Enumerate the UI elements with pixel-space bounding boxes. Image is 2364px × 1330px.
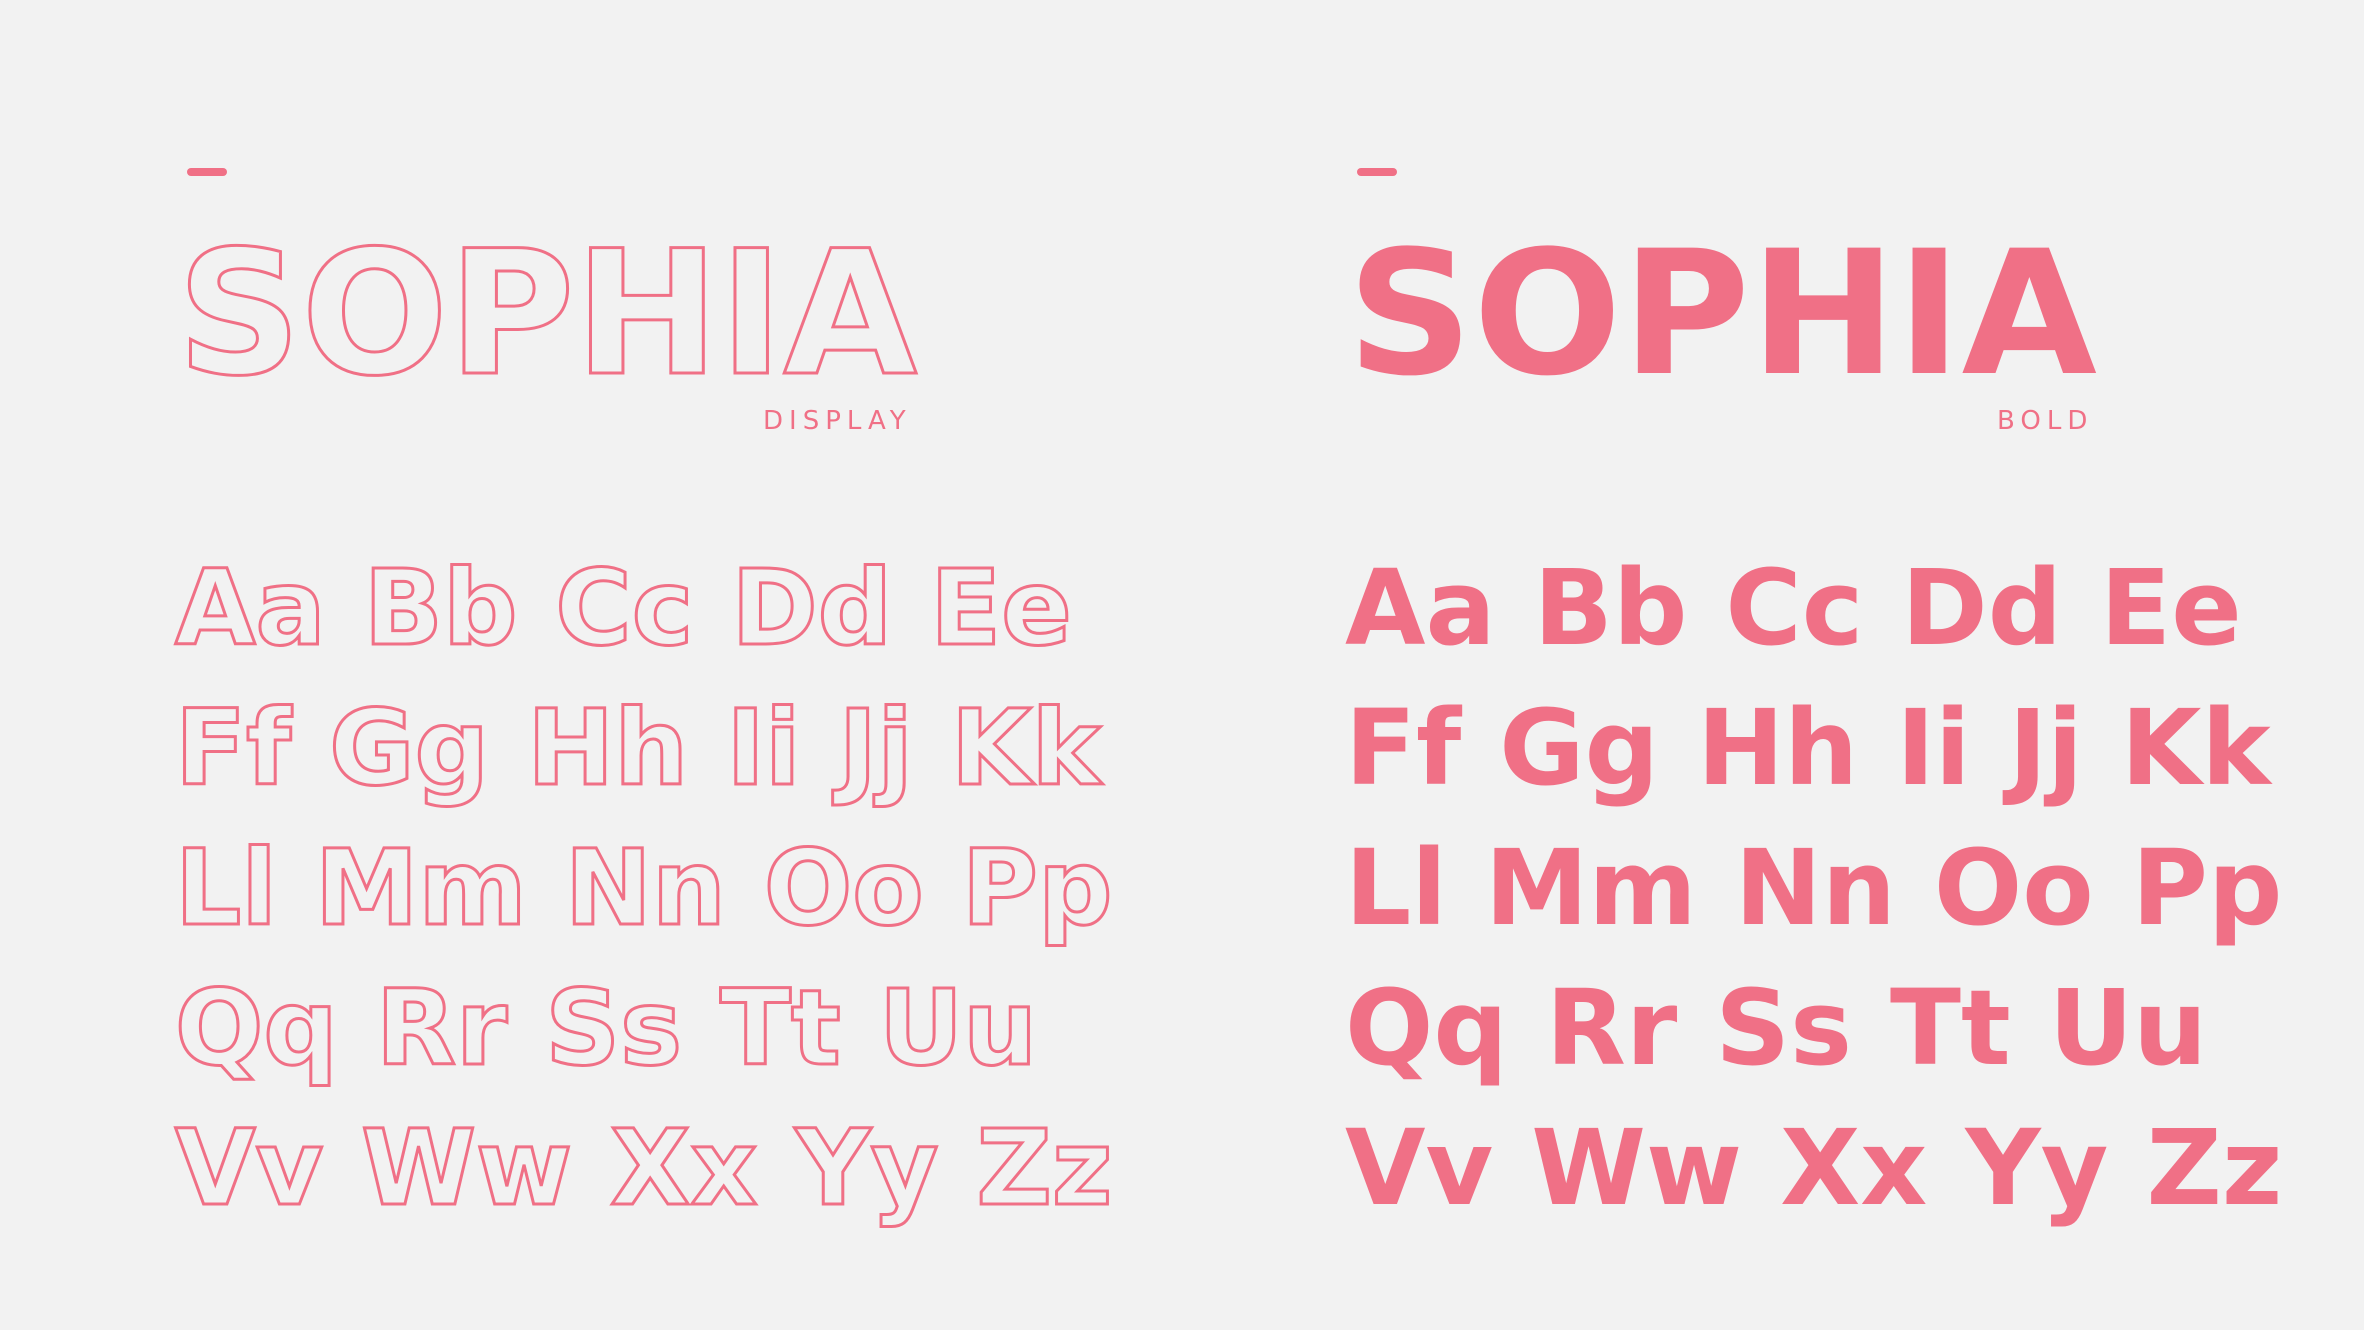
glyph-pair: Qq <box>174 967 340 1089</box>
glyph-pair: Ee <box>929 547 1074 669</box>
glyph-pair: Uu <box>877 967 1038 1089</box>
display-subtitle: DISPLAY <box>763 406 912 436</box>
bold-alphabet-grid: Aa Bb Cc Dd Ee Ff Gg Hh Ii Jj Kk Ll Mm Nn Oo Pp Qq Rr Ss Tt… <box>1345 520 2282 1229</box>
glyph-pair: Ss <box>1715 967 1853 1089</box>
glyph-pair: Rr <box>374 967 508 1089</box>
glyph-pair: Ww <box>360 1107 574 1229</box>
glyph-pair: Bb <box>1533 547 1688 669</box>
glyph-pair: Oo <box>1933 827 2094 949</box>
glyph-pair: Oo <box>762 827 925 949</box>
glyph-pair: Mm <box>313 827 528 949</box>
glyph-pair: Ll <box>174 827 279 949</box>
alphabet-row: Ff Gg Hh Ii Jj Kk <box>1345 660 2271 809</box>
glyph-pair: Hh <box>1697 687 1859 809</box>
glyph-pair: Cc <box>1725 547 1864 669</box>
glyph-pair: Uu <box>2048 967 2208 1089</box>
glyph-pair: Nn <box>563 827 727 949</box>
alphabet-row: Aa Bb Cc Dd Ee <box>1345 520 2245 660</box>
glyph-pair: Hh <box>526 687 690 809</box>
bold-specimen-panel: SOPHIA BOLD Aa Bb Cc Dd Ee Ff Gg Hh Ii Jj Kk Ll Mm Nn… <box>1345 0 2282 1330</box>
glyph-pair: Kk <box>949 687 1102 809</box>
glyph-pair: Rr <box>1545 967 1678 1089</box>
display-alphabet-grid: Aa Bb Cc Dd Ee Ff Gg Hh Ii Jj Kk Ll Mm Nn Oo Pp Qq Rr Ss Tt… <box>173 520 1114 1229</box>
glyph-pair: Gg <box>328 687 491 809</box>
alphabet-row: Vv Ww Xx Yy Zz <box>1345 1080 2282 1229</box>
glyph-pair: Xx <box>609 1107 759 1229</box>
glyph-pair: Dd <box>1901 547 2063 669</box>
glyph-pair: Nn <box>1734 827 1896 949</box>
glyph-pair: Ff <box>173 687 292 809</box>
glyph-pair: Qq <box>1345 967 1508 1089</box>
glyph-pair: Vv <box>1345 1107 1494 1229</box>
glyph-pair: Yy <box>1965 1107 2109 1229</box>
glyph-pair: Tt <box>1890 967 2011 1089</box>
alphabet-row: Ll Mm Nn Oo Pp <box>174 800 1114 949</box>
alphabet-row: Qq Rr Ss Tt Uu <box>174 940 1075 1089</box>
glyph-pair: Gg <box>1499 687 1660 809</box>
display-specimen-panel: SOPHIA DISPLAY Aa Bb Cc Dd Ee Ff Gg Hh Ii Jj Kk Ll M… <box>173 0 1114 1330</box>
alphabet-row: Aa Bb Cc Dd Ee <box>174 520 1075 669</box>
alphabet-row: Ff Gg Hh Ii Jj Kk <box>173 660 1102 809</box>
glyph-pair: Aa <box>174 547 328 669</box>
glyph-pair: Xx <box>1780 1107 1928 1229</box>
glyph-pair: Zz <box>975 1107 1114 1229</box>
alphabet-row: Vv Ww Xx Yy Zz <box>173 1080 1113 1229</box>
glyph-pair: Jj <box>2008 687 2083 809</box>
glyph-pair: Ss <box>544 967 684 1089</box>
glyph-pair: Pp <box>960 827 1114 949</box>
alphabet-row: Ll Mm Nn Oo Pp <box>1345 800 2282 949</box>
glyph-pair: Ww <box>1531 1107 1743 1229</box>
bold-subtitle: BOLD <box>1997 406 2094 436</box>
glyph-pair: Dd <box>730 547 894 669</box>
bold-title-text: SOPHIA <box>1347 215 2097 385</box>
glyph-pair: Ff <box>1345 687 1462 809</box>
glyph-pair: Vv <box>173 1107 324 1229</box>
glyph-pair: Ll <box>1345 827 1447 949</box>
glyph-pair: Ii <box>725 687 802 809</box>
glyph-pair: Yy <box>794 1107 940 1229</box>
display-title-text: SOPHIA <box>177 215 917 385</box>
glyph-pair: Mm <box>1484 827 1697 949</box>
glyph-pair: Bb <box>362 547 519 669</box>
glyph-pair: Pp <box>2131 827 2283 949</box>
glyph-pair: Kk <box>2120 687 2271 809</box>
title-dash-decoration <box>1357 168 1397 176</box>
title-dash-decoration <box>187 168 227 176</box>
bold-title: SOPHIA <box>1347 215 2097 385</box>
glyph-pair: Tt <box>719 967 843 1089</box>
glyph-pair: Jj <box>837 687 914 809</box>
glyph-pair: Ee <box>2100 547 2242 669</box>
glyph-pair: Zz <box>2146 1107 2283 1229</box>
display-title: SOPHIA <box>176 215 919 385</box>
alphabet-row: Qq Rr Ss Tt Uu <box>1345 940 2245 1080</box>
glyph-pair: Cc <box>554 547 695 669</box>
glyph-pair: Aa <box>1345 547 1496 669</box>
glyph-pair: Ii <box>1896 687 1971 809</box>
